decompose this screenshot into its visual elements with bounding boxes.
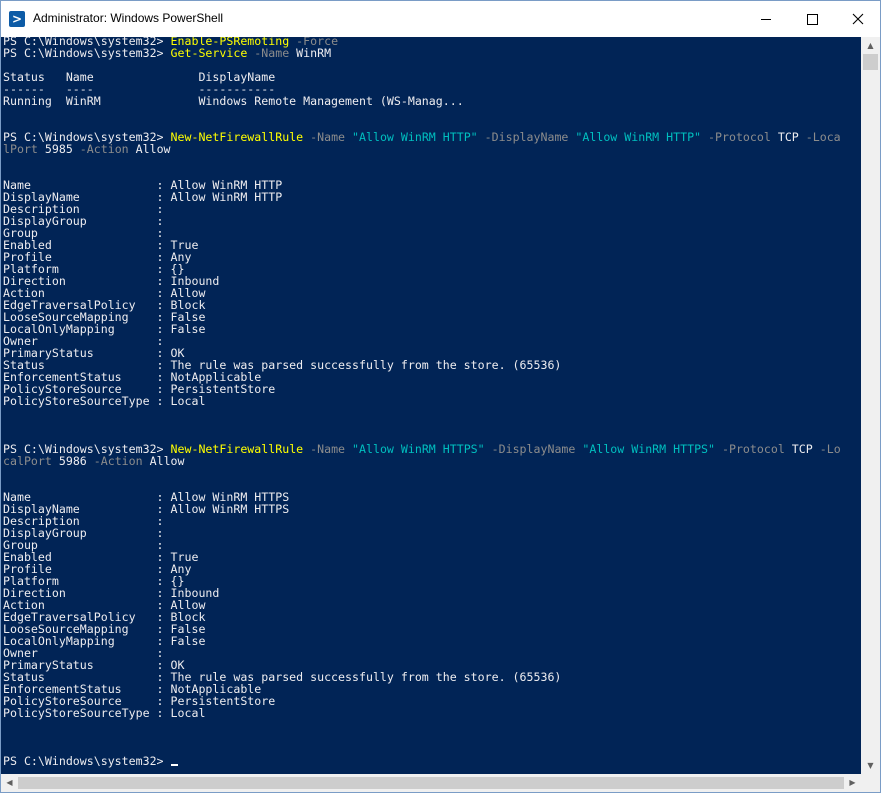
console-line: PolicyStoreSourceType : Local [3, 707, 841, 719]
command-token: New-NetFirewallRule [170, 130, 304, 144]
powershell-icon[interactable]: > [9, 11, 25, 27]
parameter-token: calPort [3, 454, 52, 468]
maximize-button[interactable] [789, 1, 835, 37]
text-cursor [170, 764, 178, 766]
title-bar[interactable]: > Administrator: Windows PowerShell [1, 1, 880, 37]
text-token: 5986 [51, 454, 87, 468]
text-token: TCP [770, 130, 799, 144]
console-line: calPort 5986 -Action Allow [3, 455, 841, 467]
console-line: PolicyStoreSourceType : Local [3, 395, 841, 407]
text-token: TCP [784, 442, 813, 456]
parameter-token: -Loca [798, 130, 841, 144]
string-token: "Allow WinRM HTTP" [568, 130, 702, 144]
text-token: Allow [128, 142, 171, 156]
vertical-scroll-thumb[interactable] [863, 54, 878, 70]
text-token: Allow [142, 454, 185, 468]
command-token: Get-Service [170, 46, 248, 60]
parameter-token: -Protocol [715, 442, 785, 456]
horizontal-scrollbar[interactable]: ◀ ▶ [1, 774, 861, 792]
powershell-window: > Administrator: Windows PowerShell PS C… [0, 0, 881, 793]
parameter-token: -Action [72, 142, 129, 156]
text-token: 5985 [37, 142, 73, 156]
scrollbar-corner [861, 774, 880, 792]
close-button[interactable] [835, 1, 881, 37]
scroll-right-icon[interactable]: ▶ [844, 774, 861, 792]
console-line: PS C:\Windows\system32> Get-Service -Nam… [3, 47, 841, 59]
scroll-down-icon[interactable]: ▼ [861, 757, 880, 774]
string-token: "Allow WinRM HTTPS" [575, 442, 716, 456]
string-token: "Allow WinRM HTTPS" [345, 442, 485, 456]
console-output[interactable]: PS C:\Windows\system32> Enable-PSRemotin… [1, 37, 861, 774]
console-text: PS C:\Windows\system32> Enable-PSRemotin… [3, 37, 841, 767]
parameter-token: -Name [303, 130, 346, 144]
string-token: "Allow WinRM HTTP" [345, 130, 478, 144]
text-token: PolicyStoreSourceType : Local [3, 394, 206, 408]
minimize-button[interactable] [743, 1, 789, 37]
console-line: lPort 5985 -Action Allow [3, 143, 841, 155]
vertical-scrollbar[interactable]: ▲ ▼ [861, 37, 880, 774]
parameter-token: -Name [247, 46, 290, 60]
parameter-token: lPort [3, 142, 38, 156]
parameter-token: -Action [86, 454, 143, 468]
console-line: Running WinRM Windows Remote Management … [3, 95, 841, 107]
parameter-token: -Protocol [701, 130, 771, 144]
scroll-up-icon[interactable]: ▲ [861, 37, 880, 54]
parameter-token: -Lo [812, 442, 841, 456]
horizontal-scroll-thumb[interactable] [18, 777, 844, 789]
console-line: PS C:\Windows\system32> [3, 755, 841, 767]
text-token: PolicyStoreSourceType : Local [3, 706, 206, 720]
scroll-left-icon[interactable]: ◀ [1, 774, 18, 792]
window-title: Administrator: Windows PowerShell [33, 11, 224, 25]
parameter-token: -DisplayName [477, 130, 569, 144]
text-token: WinRM [289, 46, 332, 60]
text-token: PS C:\Windows\system32> [3, 46, 171, 60]
parameter-token: -DisplayName [484, 442, 576, 456]
parameter-token: -Name [303, 442, 346, 456]
close-icon [852, 13, 864, 25]
command-token: New-NetFirewallRule [170, 442, 304, 456]
text-token: PS C:\Windows\system32> [3, 754, 171, 768]
text-token: Running WinRM Windows Remote Management … [3, 94, 464, 108]
